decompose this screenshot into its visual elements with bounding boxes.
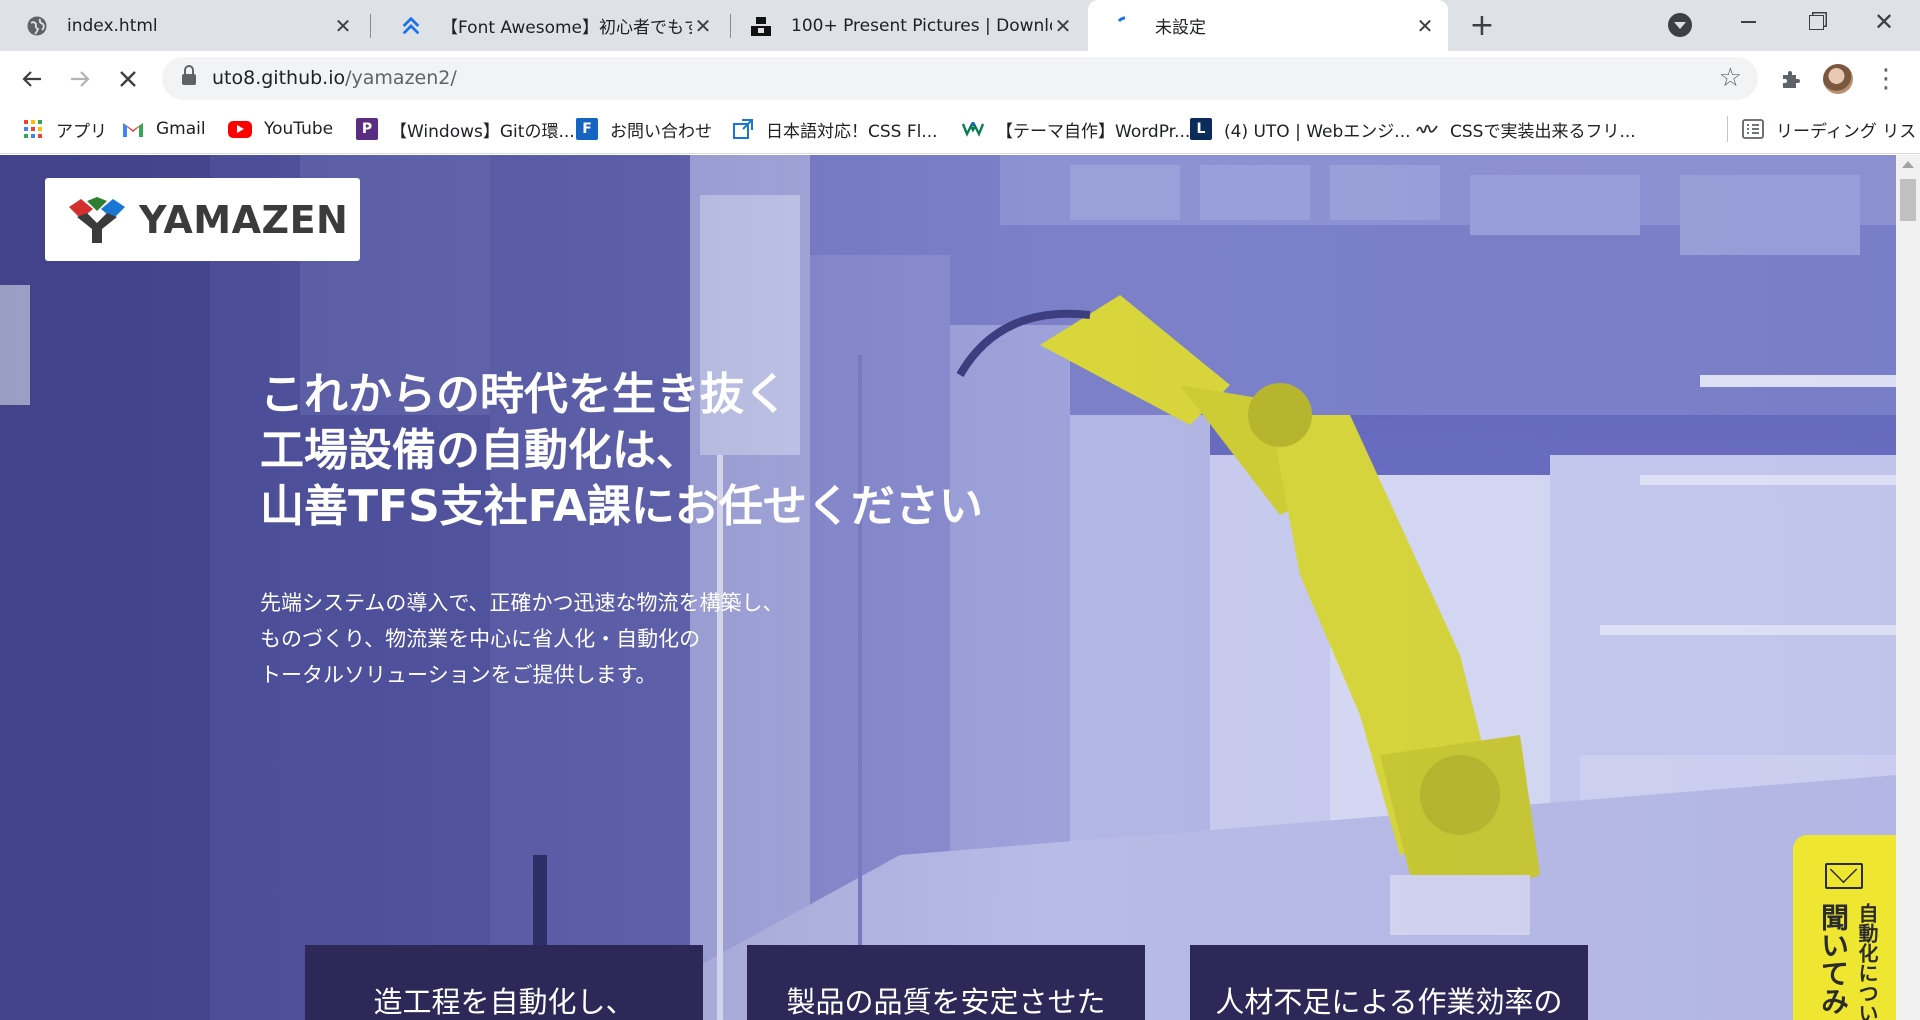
stop-loading-button[interactable]	[110, 61, 146, 97]
close-icon[interactable]: ✕	[1052, 14, 1074, 38]
mail-icon	[1825, 863, 1863, 889]
tab-title: 100+ Present Pictures | Downloac	[791, 15, 1052, 36]
hero-section: YAMAZEN これからの時代を生き抜く 工場設備の自動化は、 山善TFS支社F…	[0, 155, 1896, 1020]
description-line: トータルソリューションをご提供します。	[260, 663, 657, 687]
lock-icon[interactable]	[182, 65, 196, 85]
url-text[interactable]: uto8.github.io/yamazen2/	[212, 67, 457, 89]
reading-list-button[interactable]: リーディング リスト	[1742, 114, 1920, 144]
bookmark-purple-icon: P	[356, 118, 378, 140]
headline-line: これからの時代を生き抜く	[260, 369, 788, 420]
forward-button[interactable]	[62, 61, 98, 97]
window-close-button[interactable]: ✕	[1862, 6, 1906, 38]
l-logo-icon: L	[1190, 118, 1212, 140]
tab-divider	[370, 14, 371, 38]
bookmark-label: YouTube	[264, 119, 334, 139]
close-icon[interactable]: ✕	[332, 14, 354, 38]
bookmark-git-windows[interactable]: P 【Windows】Gitの環...	[356, 114, 575, 144]
tab-search-icon[interactable]	[1668, 13, 1692, 37]
bookmark-label: お問い合わせ	[610, 121, 712, 142]
bookmark-label: Gmail	[156, 119, 206, 139]
bookmark-css-free[interactable]: CSSで実装出来るフリ...	[1416, 114, 1636, 144]
description-line: ものづくり、物流業を中心に省人化・自動化の	[260, 627, 701, 651]
loading-spinner-icon	[1114, 15, 1136, 37]
bookmark-wordpress[interactable]: 【テーマ自作】WordPr...	[962, 114, 1190, 144]
extensions-icon[interactable]	[1775, 63, 1807, 95]
unsplash-icon	[750, 15, 772, 37]
tab-title: 未設定	[1155, 18, 1206, 38]
profile-avatar[interactable]	[1822, 63, 1854, 95]
page-viewport: YAMAZEN これからの時代を生き抜く 工場設備の自動化は、 山善TFS支社F…	[0, 155, 1896, 1020]
logo-text: YAMAZEN	[139, 197, 349, 242]
headline-line: 山善TFS支社FA課にお任せください	[260, 481, 983, 532]
bookmark-label: (4) UTO | Webエンジ...	[1224, 121, 1411, 142]
contact-tab-label: 聞いてみ	[1817, 903, 1850, 1015]
feature-card[interactable]: 造工程を自動化し、	[305, 945, 703, 1020]
globe-icon	[26, 15, 48, 37]
feature-card[interactable]: 人材不足による作業効率の	[1190, 945, 1588, 1020]
hero-headline: これからの時代を生き抜く 工場設備の自動化は、 山善TFS支社FA課にお任せくだ…	[260, 367, 983, 535]
bookmark-label: アプリ	[56, 121, 107, 142]
tab-title: 【Font Awesome】初心者でもすぐ使	[441, 18, 692, 38]
description-line: 先端システムの導入で、正確かつ迅速な物流を構築し、	[260, 591, 784, 615]
scroll-up-arrow-icon[interactable]	[1902, 161, 1914, 168]
close-icon[interactable]: ✕	[692, 14, 714, 38]
bookmark-uto-web[interactable]: L (4) UTO | Webエンジ...	[1190, 114, 1411, 144]
bookmark-apps[interactable]: アプリ	[22, 114, 107, 144]
headline-line: 工場設備の自動化は、	[260, 425, 700, 476]
tab-strip: index.html ✕ 【Font Awesome】初心者でもすぐ使 ✕ 10…	[0, 0, 1920, 51]
tab-active-unset[interactable]: 未設定 ✕	[1088, 0, 1448, 51]
browser-toolbar: uto8.github.io/yamazen2/ ☆ ⋮	[0, 51, 1920, 106]
contact-tab-sublabel: 自動化につい	[1855, 903, 1879, 1020]
bookmark-label: 日本語対応！CSS Fl...	[766, 121, 938, 142]
close-icon[interactable]: ✕	[1414, 14, 1436, 38]
site-logo-icon	[962, 118, 984, 140]
bookmark-gmail[interactable]: Gmail	[122, 114, 206, 144]
apps-grid-icon	[22, 118, 44, 140]
page-scrollbar[interactable]	[1896, 155, 1920, 1020]
contact-floating-tab[interactable]: 聞いてみ 自動化につい	[1793, 835, 1896, 1020]
maximize-button[interactable]	[1794, 6, 1838, 38]
bookmark-label: 【テーマ自作】WordPr...	[996, 121, 1191, 142]
external-page-icon	[732, 118, 754, 140]
scroll-thumb[interactable]	[1900, 179, 1916, 221]
bookmark-css-flex[interactable]: 日本語対応！CSS Fl...	[732, 114, 938, 144]
bookmarks-bar: アプリ Gmail YouTube P 【Windows】Gitの環... F …	[0, 106, 1920, 154]
menu-kebab-icon[interactable]: ⋮	[1870, 63, 1902, 95]
bookmark-label: 【Windows】Gitの環...	[390, 121, 575, 142]
squiggle-logo-icon	[1416, 118, 1438, 140]
feature-card[interactable]: 製品の品質を安定させた	[747, 945, 1145, 1020]
yamazen-logo[interactable]: YAMAZEN	[45, 178, 360, 261]
minimize-button[interactable]	[1726, 6, 1770, 38]
form-icon: F	[576, 118, 598, 140]
bookmark-youtube[interactable]: YouTube	[228, 114, 333, 144]
gmail-icon	[122, 118, 144, 140]
youtube-icon	[228, 120, 252, 138]
yamazen-logo-icon	[69, 196, 125, 243]
bookmark-star-icon[interactable]: ☆	[1719, 63, 1742, 93]
tab-index-html[interactable]: index.html ✕	[0, 0, 366, 51]
back-button[interactable]	[14, 61, 50, 97]
tab-present-pictures[interactable]: 100+ Present Pictures | Downloac ✕	[724, 0, 1086, 51]
tab-title: index.html	[67, 15, 158, 36]
bookmark-contact[interactable]: F お問い合わせ	[576, 114, 712, 144]
bookmark-label: リーディング リスト	[1776, 121, 1920, 142]
address-bar[interactable]: uto8.github.io/yamazen2/ ☆	[162, 57, 1758, 100]
bookmark-label: CSSで実装出来るフリ...	[1450, 121, 1636, 142]
bookmarks-divider	[1727, 116, 1728, 142]
tab-font-awesome[interactable]: 【Font Awesome】初心者でもすぐ使 ✕	[374, 0, 726, 51]
reading-list-icon	[1742, 118, 1764, 140]
new-tab-button[interactable]: +	[1466, 8, 1498, 43]
chevrons-up-icon	[400, 15, 422, 37]
hero-description: 先端システムの導入で、正確かつ迅速な物流を構築し、 ものづくり、物流業を中心に省…	[260, 585, 784, 693]
